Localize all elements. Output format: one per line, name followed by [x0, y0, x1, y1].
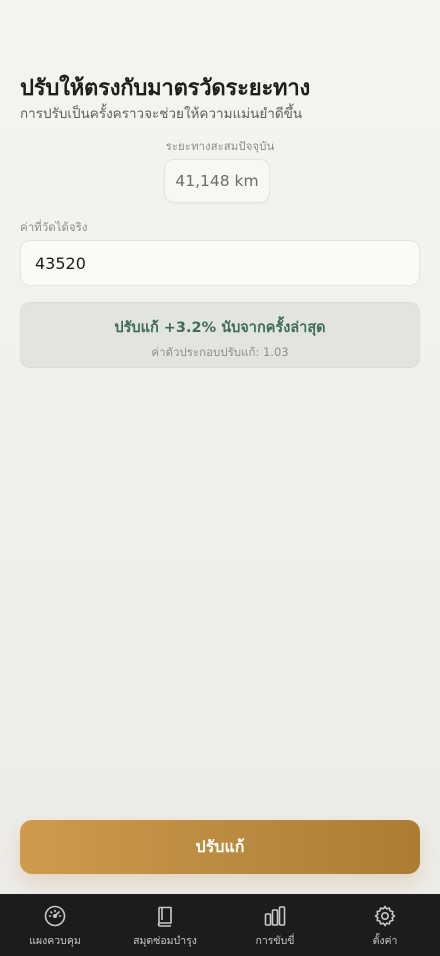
actual-value-label: ค่าที่วัดได้จริง — [20, 220, 88, 234]
page-title: ปรับให้ตรงกับมาตรวัดระยะทาง — [20, 76, 311, 101]
odometer-label: ระยะทางสะสมปัจจุบัน — [165, 139, 275, 153]
gear-icon — [374, 905, 396, 927]
tab-driving[interactable]: การขับขี่ — [220, 894, 330, 956]
tab-dashboard[interactable]: แผงควบคุม — [0, 894, 110, 956]
calibration-result-text: ปรับแก้ +3.2% นับจากครั้งล่าสุด — [114, 320, 326, 336]
speedometer-icon — [44, 905, 66, 927]
tab-maintenance-log[interactable]: สมุดซ่อมบำรุง — [110, 894, 220, 956]
calibration-result-card: ปรับแก้ +3.2% นับจากครั้งล่าสุด ค่าตัวปร… — [20, 302, 420, 368]
bar-chart-icon — [264, 906, 286, 926]
tab-label: การขับขี่ — [255, 935, 295, 947]
odometer-value: 41,148 km — [164, 159, 270, 203]
tab-settings[interactable]: ตั้งค่า — [330, 894, 440, 956]
actual-value-input[interactable] — [20, 240, 420, 286]
page-subtitle: การปรับเป็นครั้งคราวจะช่วยให้ความแม่นยำด… — [20, 106, 303, 122]
tab-label: ตั้งค่า — [372, 935, 398, 947]
bottom-tab-bar: แผงควบคุม สมุดซ่อมบำรุง การขับขี่ ตั้งค่… — [0, 894, 440, 956]
tab-label: สมุดซ่อมบำรุง — [133, 935, 197, 947]
correction-factor-text: ค่าตัวประกอบปรับแก้: 1.03 — [151, 345, 289, 359]
calibrate-button[interactable]: ปรับแก้ — [20, 820, 420, 874]
book-icon — [157, 906, 172, 927]
tab-label: แผงควบคุม — [29, 935, 81, 947]
